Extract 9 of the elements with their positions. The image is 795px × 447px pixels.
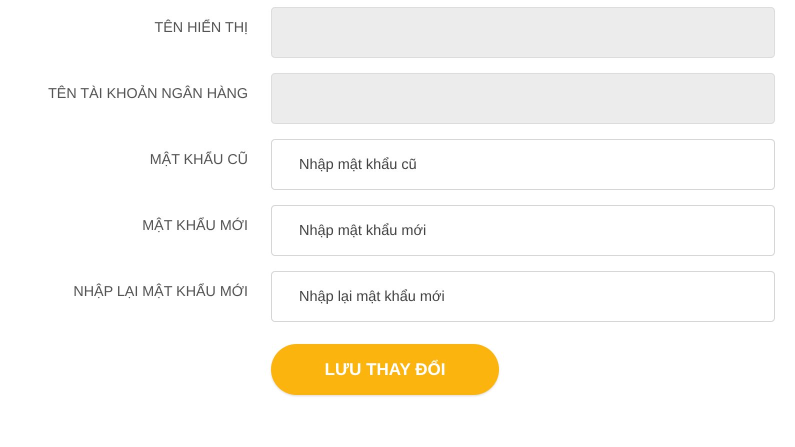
input-field[interactable]: Nhập mật khẩu mới	[271, 205, 775, 256]
field-label: TÊN TÀI KHOẢN NGÂN HÀNG	[48, 86, 248, 102]
field-label: TÊN HIỂN THỊ	[154, 20, 248, 36]
field-label: MẬT KHẨU MỚI	[142, 218, 248, 234]
save-button[interactable]: LƯU THAY ĐỔI	[271, 344, 499, 395]
input-field[interactable]: Nhập lại mật khẩu mới	[271, 271, 775, 322]
input-field[interactable]: Nhập mật khẩu cũ	[271, 139, 775, 190]
field-label: NHẬP LẠI MẬT KHẨU MỚI	[73, 284, 248, 300]
field-label: MẬT KHẨU CŨ	[150, 152, 248, 168]
